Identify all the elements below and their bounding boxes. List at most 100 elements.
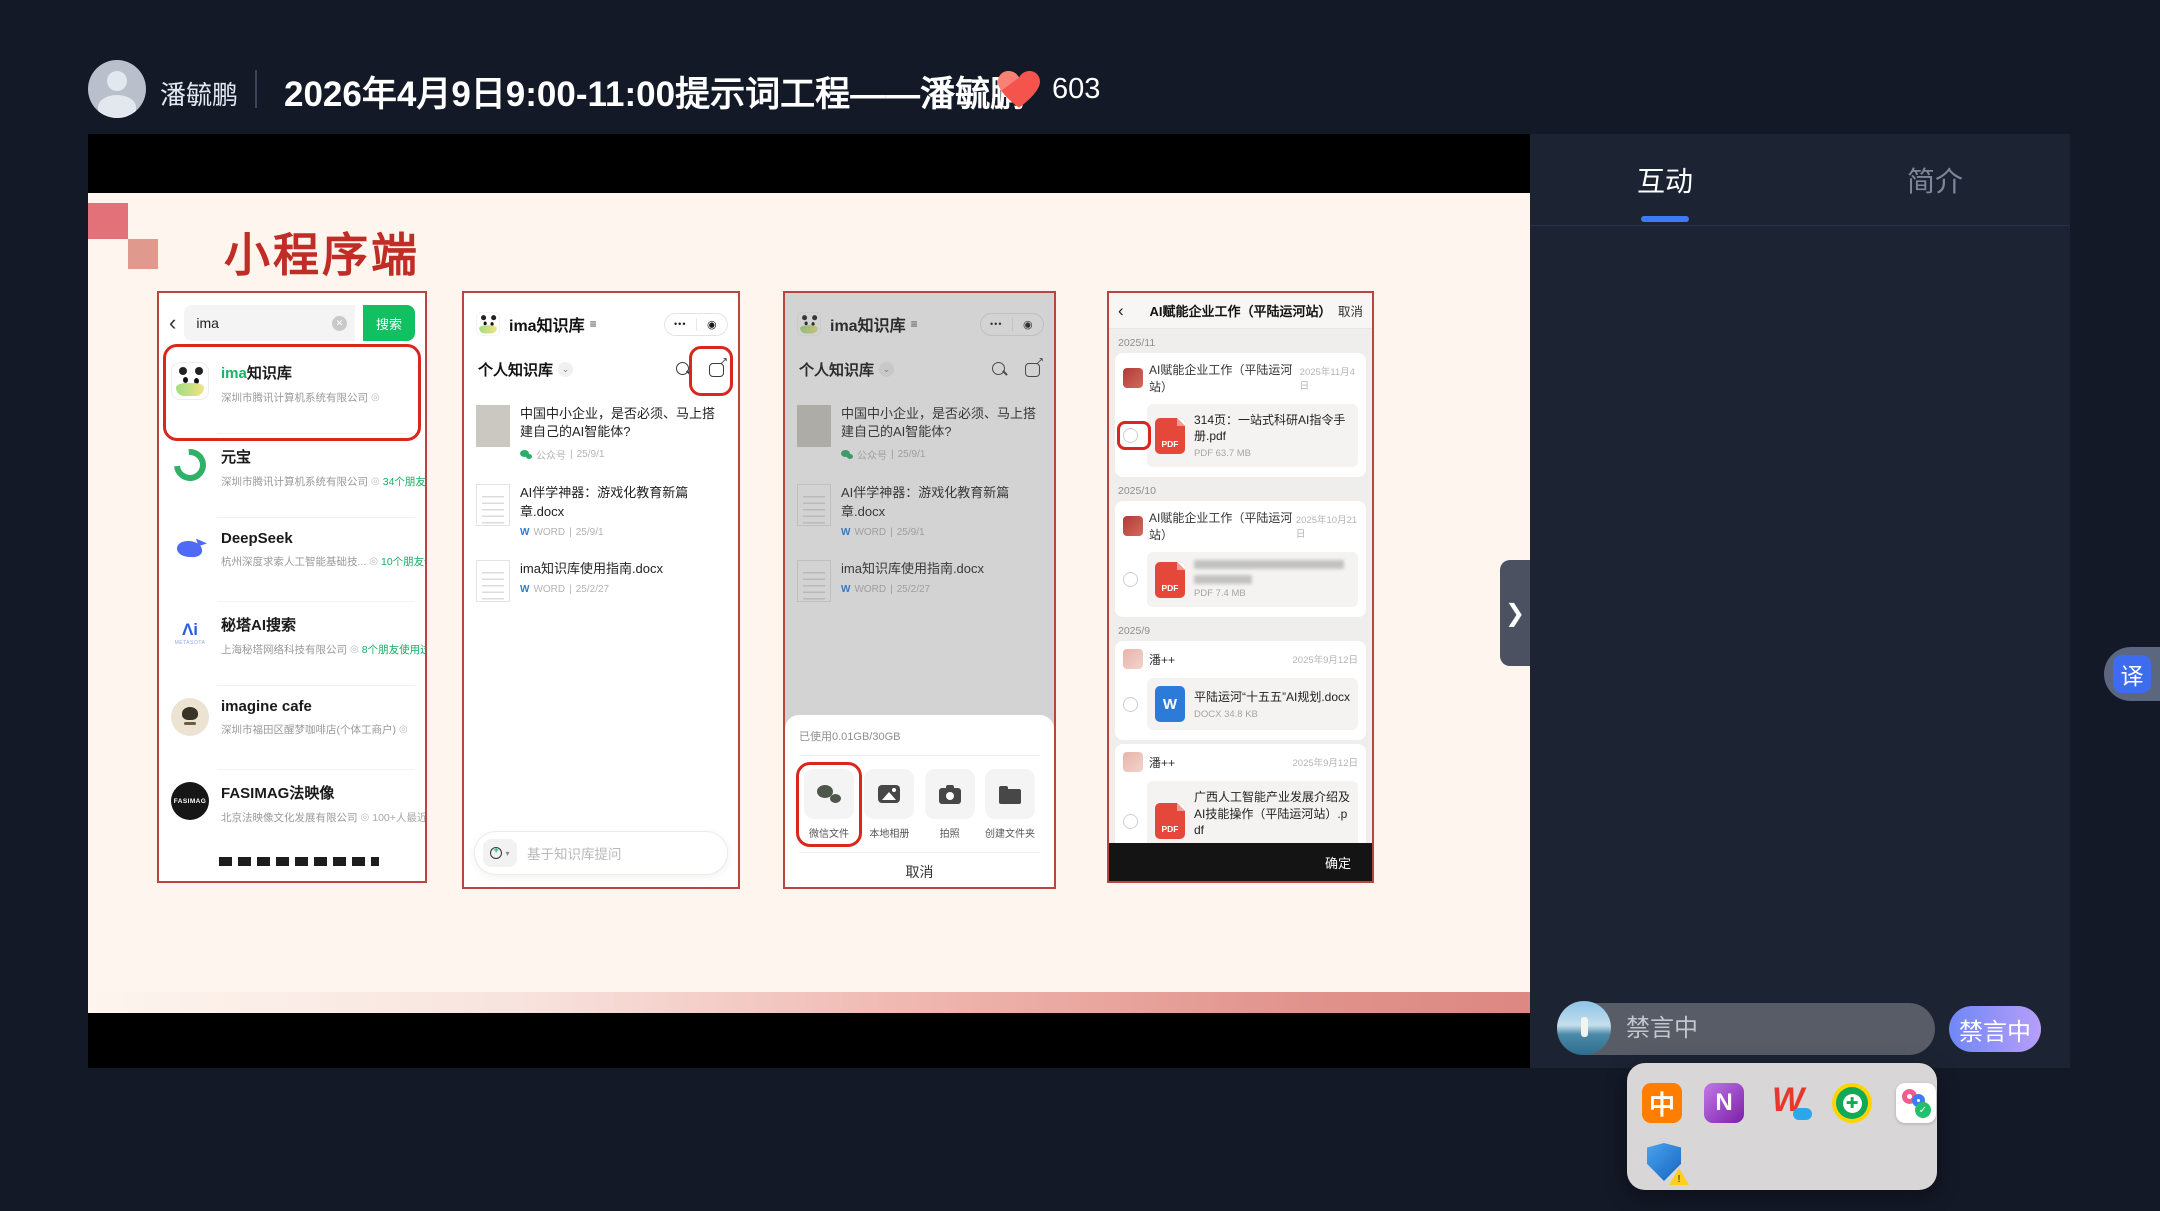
file-name: 314页：一站式科研AI指令手册.pdf — [1194, 412, 1350, 444]
hamburger-icon: ≡ — [590, 317, 597, 331]
file-card: AI赋能企业工作（平陆运河站）2025年10月21日 PDF PDF 7.4 M… — [1115, 501, 1366, 617]
pdf-icon: PDF — [1155, 418, 1185, 454]
ima-logo-icon — [171, 362, 209, 400]
kb-mode-icon: ▾ — [483, 839, 517, 867]
file-name: 广西人工智能产业发展介绍及AI技能操作（平陆运河站）.pdf — [1194, 789, 1350, 838]
result-name: imagine cafe — [221, 698, 415, 715]
close-target-icon: ◉ — [697, 318, 728, 331]
doc-title: AI伴学神器：游戏化教育新篇章.docx — [520, 484, 726, 520]
word-icon: W — [520, 584, 529, 595]
yuanbao-logo-icon — [171, 446, 209, 484]
slide-bottom-gradient — [88, 992, 1530, 1013]
tab-interaction[interactable]: 互动 — [1530, 134, 1800, 225]
kb-doc-item: AI伴学神器：游戏化教育新篇章.docx WWORD|25/9/1 — [464, 473, 738, 548]
pc-manager-app-icon[interactable]: ✓ — [1896, 1083, 1936, 1123]
verified-icon: ◎ — [350, 644, 359, 655]
streamer-name: 潘毓鹏 — [160, 75, 238, 112]
translate-button[interactable]: 译 — [2104, 647, 2160, 701]
verified-icon: ◎ — [361, 812, 370, 823]
search-icon — [676, 362, 691, 377]
sent-date: 2025年9月12日 — [1293, 652, 1358, 666]
wechat-file-icon — [817, 785, 841, 803]
search-result-ima: ima知识库 深圳市腾讯计算机系统有限公司◎ — [159, 349, 425, 433]
sent-date: 2025年9月12日 — [1293, 755, 1358, 769]
word-icon: W — [520, 527, 529, 538]
sent-date: 2025年11月4日 — [1300, 364, 1358, 392]
date-section-label: 2025/11 — [1118, 337, 1363, 349]
miniapp-capsule: •••◉ — [664, 313, 728, 336]
search-result-deepseek: DeepSeek 杭州深度求索人工智能基础技...◎10个朋友使用过 — [159, 517, 425, 601]
cancel-button: 取消 — [1338, 301, 1363, 320]
file-meta: PDF 63.7 MB — [1194, 448, 1350, 459]
like-count: 603 — [1052, 73, 1100, 106]
tab-intro[interactable]: 简介 — [1800, 134, 2070, 225]
wps-office-app-icon[interactable]: W — [1770, 1083, 1810, 1123]
onenote-app-icon[interactable]: N — [1704, 1083, 1744, 1123]
doc-title: 中国中小企业，是否必须、马上搭建自己的AI智能体? — [520, 405, 726, 441]
date-section-label: 2025/10 — [1118, 485, 1363, 497]
miniapp-header: ima知识库 ≡ •••◉ — [464, 293, 738, 343]
file-radio — [1123, 697, 1138, 712]
doc-thumbnail — [476, 484, 510, 526]
sender-avatar — [1123, 516, 1143, 536]
ima-logo-icon — [476, 312, 500, 336]
upload-option-camera: 拍照 — [922, 769, 978, 840]
doc-source: 公众号 — [536, 447, 566, 462]
ask-placeholder: 基于知识库提问 — [527, 843, 622, 863]
side-panel: 互动 简介 禁言中 — [1530, 134, 2070, 1068]
verified-icon: ◎ — [371, 392, 380, 403]
result-company: 杭州深度求索人工智能基础技... — [221, 554, 366, 569]
tile-label: 拍照 — [940, 825, 960, 840]
phone-screenshot-ima-app: ima知识库 ≡ •••◉ 个人知识库 ⌄ — [462, 291, 740, 889]
panel-expand-button[interactable]: ❯ — [1500, 560, 1530, 666]
sender-name: AI赋能企业工作（平陆运河站） — [1149, 509, 1296, 543]
album-icon — [878, 785, 900, 803]
heart-like-icon[interactable] — [998, 70, 1040, 110]
verified-icon: ◎ — [369, 556, 378, 567]
doc-date: 25/9/1 — [576, 527, 604, 538]
upload-option-wechat-file: 微信文件 — [801, 769, 857, 840]
doc-thumbnail — [476, 560, 510, 602]
result-name: DeepSeek — [221, 530, 415, 547]
tile-label: 微信文件 — [809, 825, 849, 840]
blurred-file-name — [1194, 575, 1252, 584]
kb-doc-item: 中国中小企业，是否必须、马上搭建自己的AI智能体? 公众号|25/9/1 — [464, 394, 738, 473]
search-query: ima — [196, 315, 332, 331]
360-safe-app-icon[interactable]: ✚ — [1832, 1083, 1872, 1123]
defender-shield-icon[interactable]: ! — [1645, 1143, 1685, 1183]
friends-used: 10个朋友使用过 — [381, 554, 427, 569]
annotation-ring — [1117, 421, 1151, 450]
doc-title: ima知识库使用指南.docx — [520, 560, 726, 578]
upload-option-album: 本地相册 — [861, 769, 917, 840]
deepseek-logo-icon — [171, 530, 209, 568]
upload-option-folder: 创建文件夹 — [982, 769, 1038, 840]
pdf-icon: PDF — [1155, 562, 1185, 598]
file-meta: PDF 7.4 MB — [1194, 588, 1344, 599]
metaso-logo-icon: ΛiMETASOTA — [171, 614, 209, 652]
phone-screenshot-search: ‹ ima ✕ 搜索 ima知识库 深圳市腾讯计算机系统有限公司◎ — [157, 291, 427, 883]
ask-input: ▾ 基于知识库提问 — [474, 831, 728, 875]
active-tab-underline — [1641, 216, 1689, 222]
kb-section-title: 个人知识库 — [478, 359, 553, 380]
result-name: 秘塔AI搜索 — [221, 614, 415, 635]
search-result-imagine-cafe: imagine cafe 深圳市福田区醒梦咖啡店(个体工商户)◎ — [159, 685, 425, 769]
picker-header: ‹ AI赋能企业工作（平陆运河站） 取消 — [1109, 293, 1372, 329]
tile-label: 本地相册 — [869, 825, 909, 840]
more-icon: ••• — [665, 319, 696, 329]
chinese-input-app-icon[interactable]: 中 — [1642, 1083, 1682, 1123]
friends-used: 8个朋友使用过 — [362, 642, 427, 657]
clear-icon: ✕ — [332, 316, 347, 331]
recent-users: 100+人最近使用 — [372, 810, 427, 825]
confirm-button: 确定 — [1316, 849, 1360, 876]
translate-icon: 译 — [2113, 655, 2151, 693]
panel-tabbar: 互动 简介 — [1530, 134, 2070, 226]
file-radio — [1123, 428, 1138, 443]
muted-button[interactable]: 禁言中 — [1949, 1006, 2041, 1052]
result-company: 上海秘塔网络科技有限公司 — [221, 642, 347, 657]
search-result-yuanbao: 元宝 深圳市腾讯计算机系统有限公司◎34个朋友使用过 — [159, 433, 425, 517]
chat-input[interactable] — [1626, 1003, 1916, 1055]
header-divider — [255, 70, 257, 108]
picker-bottom-bar: 确定 — [1109, 843, 1372, 881]
picker-title: AI赋能企业工作（平陆运河站） — [1149, 301, 1331, 320]
sender-name: AI赋能企业工作（平陆运河站） — [1149, 361, 1300, 395]
